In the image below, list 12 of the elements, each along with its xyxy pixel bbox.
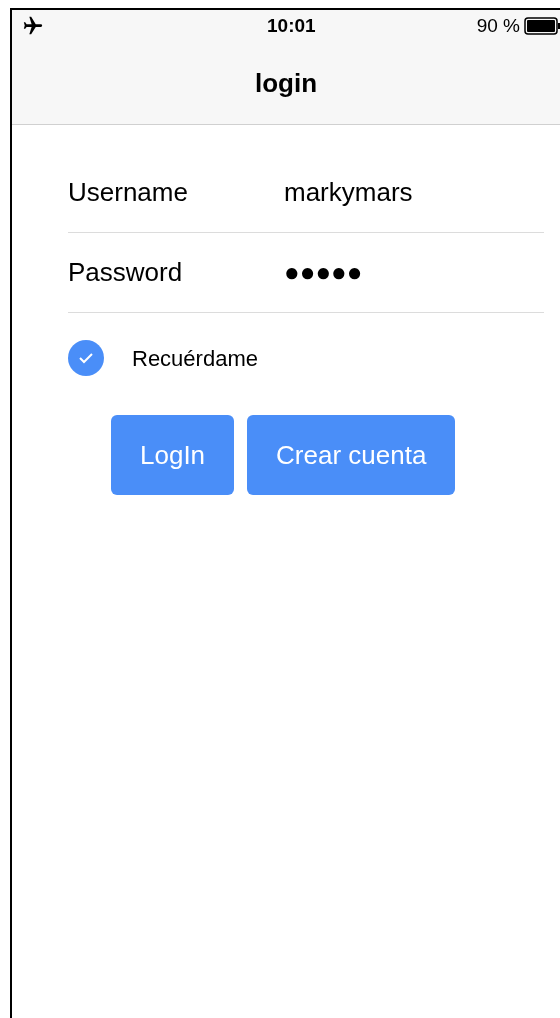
checkbox-label: Recuérdame [132, 344, 258, 373]
remember-checkbox[interactable] [68, 340, 104, 376]
status-time: 10:01 [267, 13, 316, 38]
battery-icon [524, 17, 560, 35]
check-icon [78, 352, 94, 364]
battery-percent: 90 % [476, 13, 520, 38]
input-field[interactable]: ●●●●● [284, 253, 363, 292]
input-field[interactable]: markymars [284, 173, 413, 212]
nav-title: login [254, 66, 318, 100]
airplane-icon [22, 15, 44, 37]
field-label: Username [68, 176, 189, 209]
field-label: Password [68, 256, 184, 289]
